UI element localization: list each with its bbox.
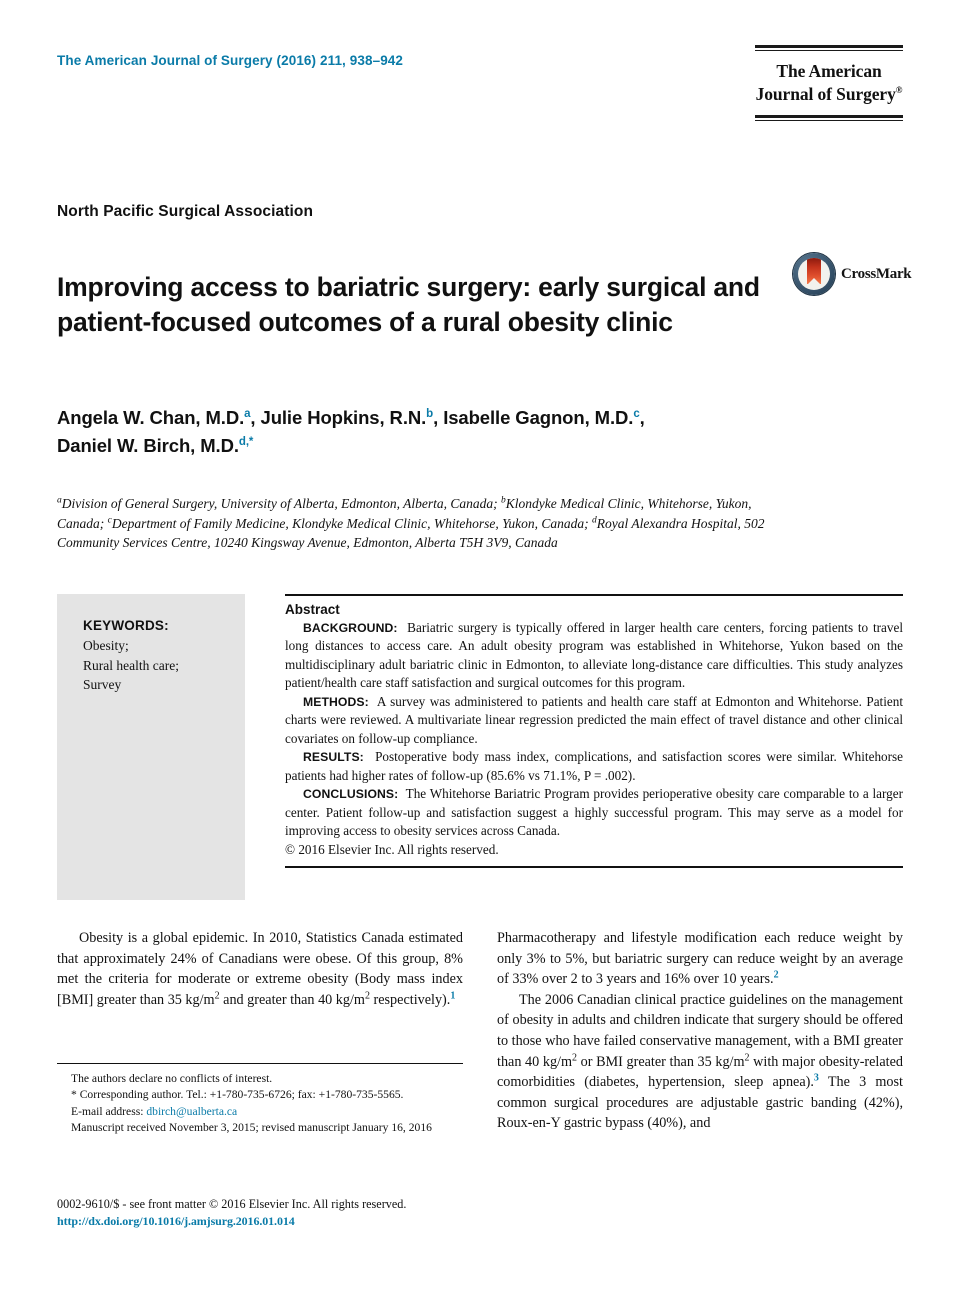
- body-text-part: or BMI greater than 35 kg/m: [577, 1053, 745, 1070]
- body-paragraph: Pharmacotherapy and lifestyle modificati…: [497, 928, 903, 990]
- abstract-paragraph-results: RESULTS: Postoperative body mass index, …: [285, 748, 903, 785]
- email-link[interactable]: dbirch@ualberta.ca: [146, 1105, 237, 1118]
- page-footer: 0002-9610/$ - see front matter © 2016 El…: [57, 1196, 557, 1230]
- abstract-text-results: Postoperative body mass index, complicat…: [285, 749, 904, 783]
- author-name-4: Daniel W. Birch, M.D.: [57, 434, 239, 456]
- crossmark-badge[interactable]: CrossMark: [793, 251, 912, 297]
- affiliations: aDivision of General Surgery, University…: [57, 494, 767, 553]
- abstract-heading: Abstract: [285, 602, 340, 617]
- logo-rule-bottom: [755, 115, 903, 122]
- crossmark-icon: [793, 253, 835, 295]
- author-list: Angela W. Chan, M.D.a, Julie Hopkins, R.…: [57, 404, 817, 460]
- footnote-text: The authors declare no conflicts of inte…: [57, 1071, 463, 1137]
- society-name: North Pacific Surgical Association: [57, 203, 314, 220]
- body-text-part: and greater than 40 kg/m: [219, 991, 365, 1008]
- footnote-rule: [57, 1063, 463, 1064]
- body-text-part: Pharmacotherapy and lifestyle modificati…: [497, 930, 903, 988]
- abstract-paragraph-background: BACKGROUND: Bariatric surgery is typical…: [285, 619, 903, 693]
- article-page: The American Journal of Surgery (2016) 2…: [0, 0, 960, 1290]
- registered-mark-icon: ®: [895, 85, 903, 96]
- crossmark-label: CrossMark: [841, 265, 912, 282]
- author-name-1: Angela W. Chan, M.D.: [57, 407, 245, 428]
- journal-reference: The American Journal of Surgery (2016) 2…: [57, 53, 404, 68]
- abstract-rule-top: [285, 594, 903, 596]
- footnote-conflict: The authors declare no conflicts of inte…: [71, 1072, 273, 1085]
- abstract-copyright: © 2016 Elsevier Inc. All rights reserved…: [285, 841, 499, 857]
- citation-reference[interactable]: 1: [450, 990, 455, 1001]
- body-paragraph: The 2006 Canadian clinical practice guid…: [497, 990, 903, 1134]
- masthead: The American Journal of Surgery (2016) 2…: [57, 45, 903, 175]
- abstract-paragraph-methods: METHODS: A survey was administered to pa…: [285, 693, 903, 748]
- abstract-label-methods: METHODS:: [303, 694, 369, 709]
- body-column-left: Obesity is a global epidemic. In 2010, S…: [57, 928, 463, 1010]
- page-title: Improving access to bariatric surgery: e…: [57, 271, 760, 338]
- keyword-item[interactable]: Obesity;: [83, 636, 245, 656]
- abstract-text-methods: A survey was administered to patients an…: [285, 693, 903, 746]
- footnotes: The authors declare no conflicts of inte…: [57, 1063, 463, 1137]
- author-affil-marker-d[interactable]: d,*: [239, 436, 254, 448]
- author-separator-1: , Julie Hopkins, R.N.: [250, 407, 427, 428]
- author-separator-2: , Isabelle Gagnon, M.D.: [433, 407, 634, 428]
- abstract-rule-bottom: [285, 866, 903, 869]
- logo-line-2: Journal of Surgery: [755, 84, 896, 105]
- body-paragraph: Obesity is a global epidemic. In 2010, S…: [57, 928, 463, 1010]
- abstract-label-results: RESULTS:: [303, 750, 364, 765]
- citation-reference[interactable]: 2: [774, 969, 779, 980]
- logo-title: The American Journal of Surgery®: [755, 51, 903, 115]
- doi-link[interactable]: http://dx.doi.org/10.1016/j.amjsurg.2016…: [57, 1213, 557, 1230]
- author-separator-3: ,: [639, 407, 645, 428]
- footnote-email-line: E-mail address: dbirch@ualberta.ca: [57, 1104, 463, 1120]
- footnote-manuscript-dates: Manuscript received November 3, 2015; re…: [71, 1121, 432, 1135]
- crossmark-ribbon-icon: [807, 258, 821, 285]
- affiliation-text-a: Division of General Surgery, University …: [61, 496, 501, 511]
- journal-logo: The American Journal of Surgery®: [755, 45, 903, 122]
- keyword-item[interactable]: Survey: [83, 675, 245, 695]
- affiliation-text-c: Department of Family Medicine, Klondyke …: [111, 515, 593, 531]
- crossmark-icon-inner: [798, 258, 830, 290]
- body-text-part: respectively).: [369, 991, 451, 1008]
- abstract-label-conclusions: CONCLUSIONS:: [303, 787, 399, 802]
- keywords-heading: KEYWORDS:: [83, 618, 169, 633]
- abstract-section: Abstract BACKGROUND: Bariatric surgery i…: [285, 594, 903, 869]
- abstract-label-background: BACKGROUND:: [303, 621, 398, 635]
- front-matter-line: 0002-9610/$ - see front matter © 2016 El…: [57, 1197, 407, 1211]
- logo-line-1: The American: [776, 61, 882, 81]
- footnote-corresponding: * Corresponding author. Tel.: +1-780-735…: [71, 1088, 404, 1102]
- abstract-paragraph-conclusions: CONCLUSIONS: The Whitehorse Bariatric Pr…: [285, 785, 903, 840]
- body-column-right: Pharmacotherapy and lifestyle modificati…: [497, 928, 903, 1134]
- keyword-item[interactable]: Rural health care;: [83, 656, 245, 676]
- footnote-email-label: E-mail address:: [71, 1104, 144, 1118]
- keywords-box: KEYWORDS: Obesity; Rural health care; Su…: [57, 594, 245, 900]
